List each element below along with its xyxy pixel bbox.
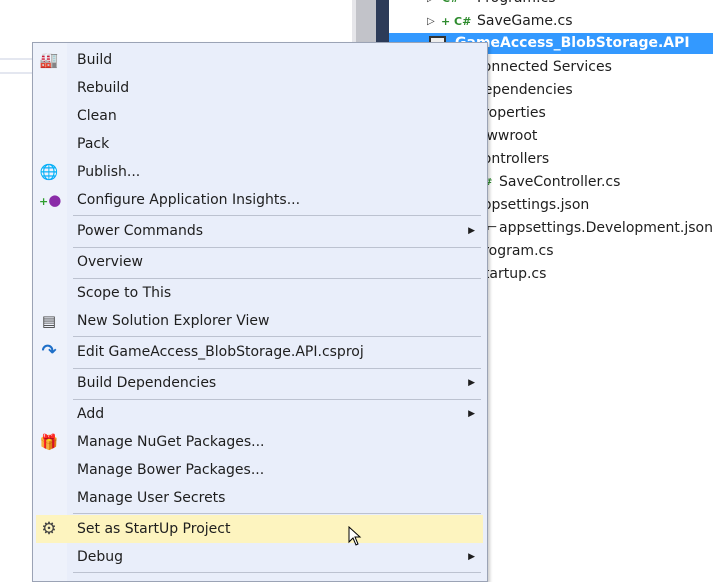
menu-item-scope[interactable]: Scope to This <box>33 279 487 307</box>
tree-item-label: SaveController.cs <box>499 174 621 190</box>
menu-item-label: Build <box>77 52 113 68</box>
tree-item-label: SaveGame.cs <box>477 13 573 29</box>
menu-item-label: Manage Bower Packages... <box>77 462 265 478</box>
menu-separator <box>73 336 481 337</box>
menu-item-user-secrets[interactable]: Manage User Secrets <box>33 484 487 512</box>
menu-item-label: Edit GameAccess_BlobStorage.API.csproj <box>77 344 364 360</box>
build-icon: 🏭 <box>39 51 59 69</box>
menu-item-label: Build Dependencies <box>77 375 217 391</box>
menu-item-label: Set as StartUp Project <box>77 521 231 537</box>
menu-item-bower[interactable]: Manage Bower Packages... <box>33 456 487 484</box>
globe-publish-icon: 🌐 <box>39 163 59 181</box>
menu-item-label: Configure Application Insights... <box>77 192 301 208</box>
menu-item-nuget[interactable]: 🎁 Manage NuGet Packages... <box>33 428 487 456</box>
submenu-arrow-icon: ▶ <box>468 552 475 562</box>
menu-item-overview[interactable]: Overview <box>33 248 487 276</box>
menu-item-build[interactable]: 🏭 Build <box>33 46 487 74</box>
menu-item-label: Scope to This <box>77 285 172 301</box>
menu-item-set-startup[interactable]: ⚙ Set as StartUp Project <box>36 515 483 543</box>
menu-item-configure-insights[interactable]: +● Configure Application Insights... <box>33 186 487 214</box>
menu-item-label: Manage NuGet Packages... <box>77 434 265 450</box>
menu-item-debug[interactable]: Debug ▶ <box>33 543 487 571</box>
tree-item-label: GameAccess_BlobStorage.API <box>455 35 690 51</box>
gift-icon: 🎁 <box>39 433 59 451</box>
menu-item-label: Clean <box>77 108 117 124</box>
menu-item-new-view[interactable]: ▤ New Solution Explorer View <box>33 307 487 335</box>
editor-line <box>0 72 34 74</box>
menu-item-label: Rebuild <box>77 80 130 96</box>
csharp-icon: + C# <box>441 15 472 28</box>
context-menu: 🏭 Build Rebuild Clean Pack 🌐 Publish... +●… <box>32 42 488 582</box>
mouse-cursor-icon <box>348 526 362 546</box>
menu-item-label: Manage User Secrets <box>77 490 226 506</box>
submenu-arrow-icon: ▶ <box>468 409 475 419</box>
menu-item-edit-csproj[interactable]: ↷ Edit GameAccess_BlobStorage.API.csproj <box>33 338 487 366</box>
menu-item-label: Overview <box>77 254 143 270</box>
menu-item-add[interactable]: Add ▶ <box>33 400 487 428</box>
submenu-arrow-icon: ▶ <box>468 378 475 388</box>
menu-item-label: Power Commands <box>77 223 204 239</box>
menu-item-pack[interactable]: Pack <box>33 130 487 158</box>
menu-item-label: Add <box>77 406 105 422</box>
menu-item-rebuild[interactable]: Rebuild <box>33 74 487 102</box>
expand-icon[interactable]: ▷ <box>427 10 435 33</box>
menu-item-clean[interactable]: Clean <box>33 102 487 130</box>
gear-icon: ⚙ <box>41 519 57 539</box>
menu-item-label: New Solution Explorer View <box>77 313 270 329</box>
editor-line <box>0 58 34 60</box>
redo-arrow-icon: ↷ <box>41 341 57 362</box>
menu-item-label: Pack <box>77 136 110 152</box>
scrollbar[interactable] <box>356 0 376 42</box>
tree-item-label: Connected Services <box>473 59 612 75</box>
menu-item-power-commands[interactable]: Power Commands ▶ <box>33 217 487 245</box>
menu-item-build-dependencies[interactable]: Build Dependencies ▶ <box>33 369 487 397</box>
menu-item-publish[interactable]: 🌐 Publish... <box>33 158 487 186</box>
menu-separator <box>73 215 481 216</box>
menu-separator <box>73 572 481 573</box>
menu-separator <box>73 513 481 514</box>
tree-item-savegame[interactable]: ▷ + C# SaveGame.cs <box>389 10 713 33</box>
tree-item-label: appsettings.json <box>474 197 590 213</box>
tree-item-label: Program.cs <box>477 0 556 10</box>
tree-item-label: appsettings.Development.json <box>499 220 713 236</box>
menu-item-label: Publish... <box>77 164 141 180</box>
menu-item-label: Debug <box>77 549 124 565</box>
window-icon: ▤ <box>41 312 57 330</box>
csharp-icon: C# <box>442 0 459 10</box>
lightbulb-icon: +● <box>39 191 62 209</box>
submenu-arrow-icon: ▶ <box>468 226 475 236</box>
tree-item-program[interactable]: ▷C#Program.cs <box>389 0 713 10</box>
